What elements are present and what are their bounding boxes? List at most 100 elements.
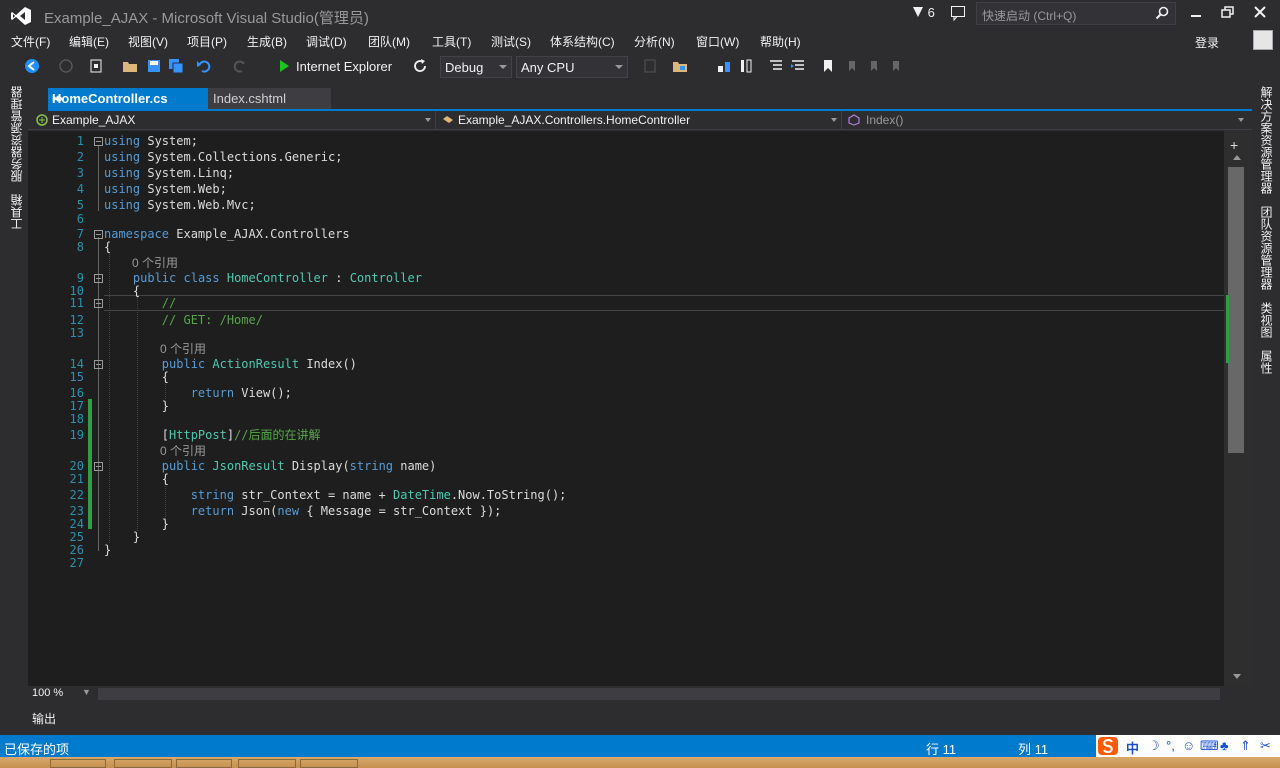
code-line[interactable]: 22 string str_Context = name + DateTime.… [28,487,1224,503]
tab-homecontroller[interactable]: HomeController.cs ⊸ × [48,88,208,109]
taskbar-item[interactable] [114,759,172,768]
code-line[interactable]: 2 using System.Collections.Generic; [28,149,1224,165]
close-icon[interactable] [1250,4,1270,22]
collapse-icon[interactable] [94,274,103,283]
codelens-references[interactable]: 0 个引用 [132,254,178,271]
keyboard-icon[interactable]: ⌨ [1200,738,1219,754]
menu-project[interactable]: 项目(P) [187,33,227,50]
new-project-icon[interactable] [88,58,104,74]
save-all-icon[interactable] [168,58,184,74]
start-debugging-icon[interactable] [276,58,292,74]
team-explorer-tab[interactable]: 团队资源管理器 [1258,206,1275,290]
toolbox-tab[interactable]: 工具箱 [8,194,25,230]
code-line[interactable]: 13 [28,325,1224,341]
scroll-thumb[interactable] [1228,167,1244,453]
zoom-select[interactable]: 100 % ▼ [32,687,92,701]
type-select[interactable]: Example_AJAX.Controllers.HomeController [438,111,842,129]
scroll-down-icon[interactable] [1232,673,1242,681]
find-in-files-icon[interactable] [672,58,688,74]
undo-icon[interactable] [196,58,212,74]
menu-tools[interactable]: 工具(T) [432,33,471,50]
platform-select[interactable]: Any CPU [516,56,628,78]
code-line[interactable]: 15 { [28,369,1224,385]
code-line[interactable]: 19 [HttpPost]//后面的在讲解 [28,427,1224,443]
avatar[interactable] [1253,30,1273,50]
menu-build[interactable]: 生成(B) [247,33,287,50]
code-line[interactable]: 18 [28,411,1224,427]
menu-team[interactable]: 团队(M) [368,33,410,50]
code-line[interactable]: 6 [28,211,1224,227]
open-file-icon[interactable] [122,58,138,74]
refresh-icon[interactable] [412,58,428,74]
next-bookmark-icon[interactable] [866,58,882,74]
collapse-icon[interactable] [94,299,103,308]
collapse-icon[interactable] [94,462,103,471]
code-line[interactable]: 3 using System.Linq; [28,165,1224,181]
taskbar-item[interactable] [176,759,232,768]
clear-bookmarks-icon[interactable] [888,58,904,74]
server-explorer-tab[interactable]: 服务器资源管理器 [8,86,25,182]
skin-icon[interactable]: ♣ [1220,738,1229,753]
search-icon[interactable] [1155,6,1169,20]
forward-icon[interactable] [58,58,74,74]
code-editor[interactable]: 1 using System; 2 using System.Collections.… [28,131,1224,686]
code-line[interactable]: 11 // [28,295,1224,311]
collapse-icon[interactable] [94,230,103,239]
codelens-references[interactable]: 0 个引用 [160,442,206,459]
taskbar-item[interactable] [300,759,358,768]
code-line[interactable]: 1 using System; [28,133,1224,149]
properties-tab[interactable]: 属性 [1258,350,1275,374]
menu-analyze[interactable]: 分析(N) [634,33,675,50]
sign-in-link[interactable]: 登录 [1195,34,1219,51]
minimize-icon[interactable] [1186,4,1206,22]
tools-icon[interactable]: ✂ [1260,738,1271,754]
save-icon[interactable] [146,58,162,74]
feedback-icon[interactable] [950,5,966,21]
vertical-scrollbar[interactable]: + [1224,131,1252,686]
menu-help[interactable]: 帮助(H) [760,33,801,50]
previous-bookmark-icon[interactable] [844,58,860,74]
step-over-icon[interactable] [738,58,754,74]
member-select[interactable]: Index() [844,111,1248,129]
collapse-icon[interactable] [94,137,103,146]
menu-file[interactable]: 文件(F) [11,33,50,50]
taskbar-item[interactable] [238,759,296,768]
codelens-references[interactable]: 0 个引用 [160,340,206,357]
code-line[interactable]: 8{ [28,239,1224,255]
ime-toolbar[interactable]: 中 ☽ °, ☺ ⌨ ♣ ⇑ ✂ [1096,735,1280,757]
menu-view[interactable]: 视图(V) [128,33,168,50]
redo-icon[interactable] [232,58,248,74]
quick-launch-input[interactable]: 快速启动 (Ctrl+Q) [976,2,1176,25]
smile-icon[interactable]: ☺ [1182,738,1195,753]
bookmark-icon[interactable] [820,58,836,74]
menu-edit[interactable]: 编辑(E) [69,33,109,50]
upload-icon[interactable]: ⇑ [1240,738,1251,754]
back-icon[interactable] [24,58,40,74]
uncomment-lines-icon[interactable] [790,58,806,74]
split-window-icon[interactable]: + [1230,137,1238,153]
taskbar-item[interactable] [50,759,106,768]
restore-icon[interactable] [1218,4,1238,22]
menu-debug[interactable]: 调试(D) [306,33,347,50]
scroll-up-icon[interactable] [1232,153,1242,161]
solution-explorer-tab[interactable]: 解决方案资源管理器 [1258,86,1275,194]
menu-architecture[interactable]: 体系结构(C) [550,33,615,50]
close-icon[interactable]: × [52,91,60,106]
notifications-button[interactable]: 6 [912,5,935,20]
code-line[interactable]: 21 { [28,471,1224,487]
code-line[interactable]: 4 using System.Web; [28,181,1224,197]
output-panel-tab[interactable]: 输出 [28,704,1252,732]
moon-icon[interactable]: ☽ [1148,738,1160,754]
code-line[interactable]: 27 [28,555,1224,571]
tab-index-cshtml[interactable]: Index.cshtml [208,88,331,109]
comment-lines-icon[interactable] [768,58,784,74]
run-target-select[interactable]: Internet Explorer [296,59,392,74]
configuration-select[interactable]: Debug [440,56,512,78]
ime-mode[interactable]: 中 [1126,738,1139,757]
punctuation-icon[interactable]: °, [1166,738,1175,753]
attach-icon[interactable] [642,58,658,74]
menu-window[interactable]: 窗口(W) [696,33,739,50]
class-view-tab[interactable]: 类视图 [1258,302,1275,338]
project-select[interactable]: Example_AJAX [32,111,436,129]
horizontal-scrollbar[interactable] [98,688,1220,700]
